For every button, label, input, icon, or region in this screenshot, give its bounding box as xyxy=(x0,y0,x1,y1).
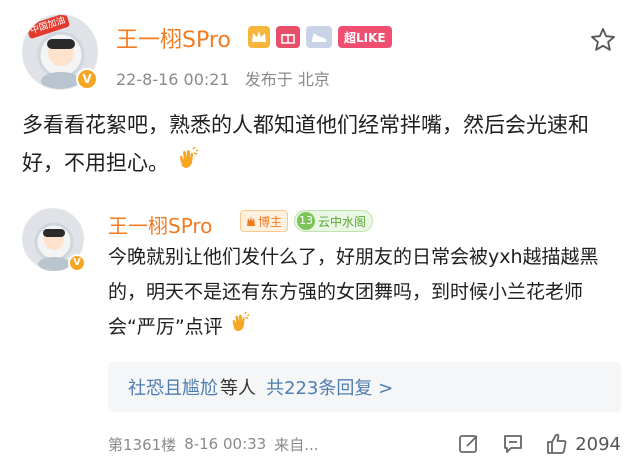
gift-medal-icon[interactable] xyxy=(276,26,300,48)
like-count: 2094 xyxy=(575,433,621,455)
thumbs-up-icon[interactable] xyxy=(545,432,569,456)
more-replies-bar[interactable]: 社恐且尴尬 等人 共223条回复 > xyxy=(108,362,621,412)
reply-content: 今晚就别让他们发什么了，好朋友的日常会被yxh越描越黑的，明天不是还有东方强的女… xyxy=(108,240,618,345)
star-outline-icon[interactable] xyxy=(590,27,616,53)
super-like-badge[interactable]: 超LIKE xyxy=(338,26,392,48)
reply-verified-icon: V xyxy=(68,254,86,272)
reply-source: 来自... xyxy=(274,435,319,454)
shoe-medal-icon[interactable] xyxy=(306,26,332,48)
reply-username[interactable]: 王一栩SPro xyxy=(108,210,212,239)
reply-time: 8-16 00:33 xyxy=(184,435,267,453)
host-tag-label: 博主 xyxy=(258,214,283,229)
post-location: 发布于 北京 xyxy=(244,70,330,89)
fan-level-number: 13 xyxy=(297,212,316,230)
comment-icon[interactable] xyxy=(501,432,525,456)
reply-footer: 第1361楼 8-16 00:33 来自... 2094 xyxy=(108,428,621,460)
clapping-hands-icon xyxy=(176,145,200,183)
floor-number: 第1361楼 xyxy=(108,435,177,454)
action-row: 2094 xyxy=(457,432,621,456)
clapping-hands-icon xyxy=(229,310,251,345)
edit-icon[interactable] xyxy=(457,432,481,456)
reply-count-link[interactable]: 共223条回复 > xyxy=(266,374,393,400)
post-meta: 22-8-16 00:21 发布于 北京 xyxy=(116,66,330,90)
post-time: 22-8-16 00:21 xyxy=(116,70,230,89)
medal-row: 超LIKE xyxy=(248,26,392,48)
reply-text: 今晚就别让他们发什么了，好朋友的日常会被yxh越描越黑的，明天不是还有东方强的女… xyxy=(108,246,599,338)
post-username[interactable]: 王一栩SPro xyxy=(116,22,231,54)
reply-users-suffix: 等人 xyxy=(220,378,256,399)
host-tag: 博主 xyxy=(240,210,289,232)
post-content: 多看看花絮吧，熟悉的人都知道他们经常拌嘴，然后会光速和好，不用担心。 xyxy=(22,106,622,183)
fan-level-tag[interactable]: 13 云中水阁 xyxy=(294,210,374,232)
reply-users-link[interactable]: 社恐且尴尬 xyxy=(128,374,218,400)
post-text: 多看看花絮吧，熟悉的人都知道他们经常拌嘴，然后会光速和好，不用担心。 xyxy=(22,113,589,175)
crown-medal-icon[interactable] xyxy=(248,26,270,48)
verified-v-icon: V xyxy=(76,68,98,90)
weibo-post: 中国加油 V 王一栩SPro 超LIKE 22-8-16 00:21 发布于 北… xyxy=(0,0,641,472)
reply-tag-row: 博主 13 云中水阁 xyxy=(240,210,374,232)
like-button[interactable]: 2094 xyxy=(545,432,621,456)
fan-level-label: 云中水阁 xyxy=(318,214,367,229)
